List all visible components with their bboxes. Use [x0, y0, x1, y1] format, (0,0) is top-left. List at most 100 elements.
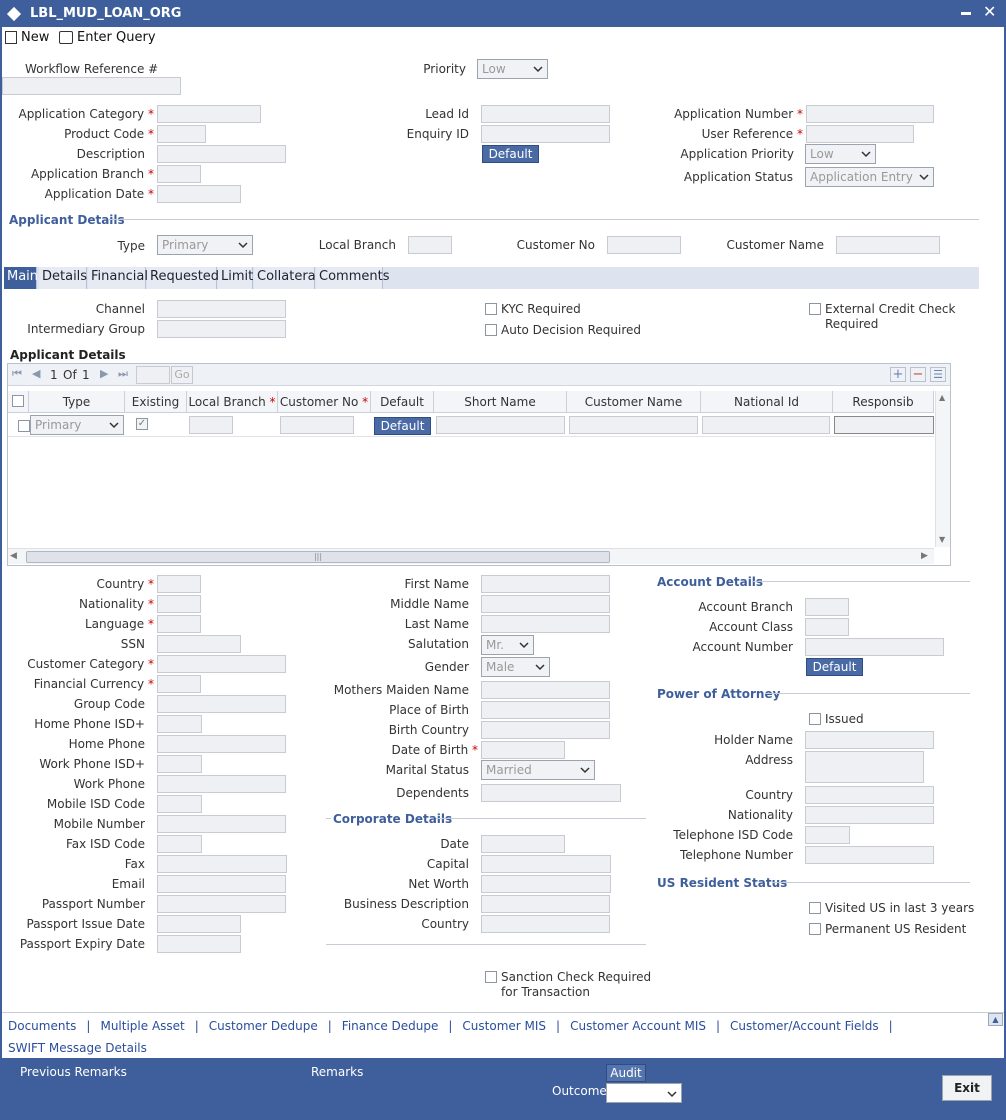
email-field[interactable] — [157, 875, 286, 893]
passport-expiry-date-field[interactable] — [157, 935, 241, 953]
app-date-field[interactable] — [157, 185, 241, 203]
tab-comments[interactable]: Comments — [316, 267, 389, 289]
scroll-right-icon[interactable]: ▶ — [921, 551, 928, 561]
col-type[interactable]: Type — [29, 391, 125, 413]
tab-limit[interactable]: Limit — [218, 267, 253, 289]
mobile-isd-code-field[interactable] — [157, 795, 202, 813]
row-responsib-field[interactable] — [834, 416, 934, 434]
kyc-required-checkbox[interactable] — [485, 303, 497, 315]
channel-field[interactable] — [157, 300, 286, 318]
fax-isd-code-field[interactable] — [157, 835, 202, 853]
enter-query-button[interactable]: Enter Query — [59, 29, 156, 45]
row-customer-no-field[interactable] — [280, 416, 354, 434]
language-field[interactable] — [157, 615, 201, 633]
row-existing-checkbox[interactable]: ✓ — [136, 418, 148, 430]
corp-country-field[interactable] — [481, 915, 610, 933]
first-page-icon[interactable]: ⏮ — [12, 367, 22, 381]
single-view-icon[interactable]: ☰ — [930, 367, 946, 382]
go-button[interactable]: Go — [171, 366, 193, 384]
financial-currency-field[interactable] — [157, 675, 201, 693]
permanent-resident-checkbox[interactable] — [809, 923, 821, 935]
place-of-birth-field[interactable] — [481, 701, 610, 719]
scroll-thumb[interactable]: ||| — [26, 551, 610, 563]
app-priority-select[interactable]: Low — [805, 144, 876, 164]
link-customer-mis[interactable]: Customer MIS — [462, 1019, 546, 1033]
horizontal-scrollbar[interactable]: ◀ ||| ▶ — [8, 548, 934, 564]
first-name-field[interactable] — [481, 575, 610, 593]
group-code-field[interactable] — [157, 695, 286, 713]
type-select[interactable]: Primary — [157, 235, 253, 255]
close-icon[interactable]: ✕ — [983, 2, 996, 21]
link-customer-dedupe[interactable]: Customer Dedupe — [209, 1019, 318, 1033]
holder-name-field[interactable] — [805, 731, 934, 749]
scroll-up-icon[interactable]: ▲ — [939, 393, 945, 402]
salutation-select[interactable]: Mr. — [481, 635, 534, 655]
link-documents[interactable]: Documents — [8, 1019, 76, 1033]
col-local-branch[interactable]: Local Branch * — [187, 391, 278, 413]
dependents-field[interactable] — [481, 784, 621, 802]
row-customer-name-field[interactable] — [569, 416, 698, 434]
app-number-field[interactable] — [806, 105, 934, 123]
exit-button[interactable]: Exit — [942, 1075, 992, 1101]
middle-name-field[interactable] — [481, 595, 610, 613]
app-status-select[interactable]: Application Entry — [805, 167, 934, 187]
corp-date-field[interactable] — [481, 835, 565, 853]
customer-no-field[interactable] — [607, 236, 681, 254]
customer-category-field[interactable] — [157, 655, 286, 673]
delete-row-icon[interactable]: − — [910, 367, 926, 382]
link-finance-dedupe[interactable]: Finance Dedupe — [342, 1019, 439, 1033]
dob-field[interactable] — [481, 741, 565, 759]
last-page-icon[interactable]: ⏭ — [118, 367, 128, 381]
link-customer-account-fields[interactable]: Customer/Account Fields — [730, 1019, 879, 1033]
tel-number-field[interactable] — [805, 846, 934, 864]
link-swift-message[interactable]: SWIFT Message Details — [8, 1041, 147, 1055]
tel-isd-field[interactable] — [805, 826, 850, 844]
col-national-id[interactable]: National Id — [701, 391, 833, 413]
user-reference-field[interactable] — [806, 125, 914, 143]
add-row-icon[interactable]: + — [890, 367, 906, 382]
col-existing[interactable]: Existing — [125, 391, 187, 413]
address-field[interactable] — [805, 751, 924, 783]
tab-financial[interactable]: Financial — [88, 267, 148, 289]
poa-country-field[interactable] — [805, 786, 934, 804]
mothers-maiden-field[interactable] — [481, 681, 610, 699]
workflow-ref-field[interactable] — [2, 77, 181, 95]
link-multiple-asset[interactable]: Multiple Asset — [100, 1019, 184, 1033]
nationality-field[interactable] — [157, 595, 201, 613]
col-customer-name[interactable]: Customer Name — [567, 391, 701, 413]
external-credit-checkbox[interactable] — [809, 303, 821, 315]
account-number-field[interactable] — [805, 638, 944, 656]
birth-country-field[interactable] — [481, 721, 610, 739]
fax-field[interactable] — [157, 855, 287, 873]
col-short-name[interactable]: Short Name — [434, 391, 567, 413]
description-field[interactable] — [157, 145, 286, 163]
sanction-checkbox[interactable] — [485, 971, 497, 983]
row-checkbox[interactable] — [18, 420, 30, 432]
last-name-field[interactable] — [481, 615, 610, 633]
row-default-button[interactable]: Default — [374, 417, 431, 435]
col-customer-no[interactable]: Customer No * — [278, 391, 371, 413]
app-category-field[interactable] — [157, 105, 261, 123]
tab-main[interactable]: Main — [4, 267, 38, 289]
default-button[interactable]: Default — [482, 145, 539, 163]
minimize-icon[interactable] — [961, 12, 971, 15]
scroll-down-icon[interactable]: ▼ — [939, 535, 945, 544]
country-field[interactable] — [157, 575, 201, 593]
audit-button[interactable]: Audit — [606, 1064, 646, 1082]
intermediary-group-field[interactable] — [157, 320, 286, 338]
priority-select[interactable]: Low — [477, 59, 548, 79]
outcome-select[interactable] — [606, 1083, 682, 1103]
enquiry-id-field[interactable] — [481, 125, 610, 143]
product-code-field[interactable] — [157, 125, 206, 143]
prev-page-icon[interactable]: ◀ — [32, 367, 40, 380]
issued-checkbox[interactable] — [809, 713, 821, 725]
marital-status-select[interactable]: Married — [481, 760, 595, 780]
ssn-field[interactable] — [157, 635, 241, 653]
home-phone-field[interactable] — [157, 735, 286, 753]
auto-decision-checkbox[interactable] — [485, 324, 497, 336]
row-short-name-field[interactable] — [436, 416, 565, 434]
col-responsib[interactable]: Responsib — [833, 391, 934, 413]
lead-id-field[interactable] — [481, 105, 610, 123]
work-phone-field[interactable] — [157, 775, 286, 793]
passport-issue-date-field[interactable] — [157, 915, 241, 933]
